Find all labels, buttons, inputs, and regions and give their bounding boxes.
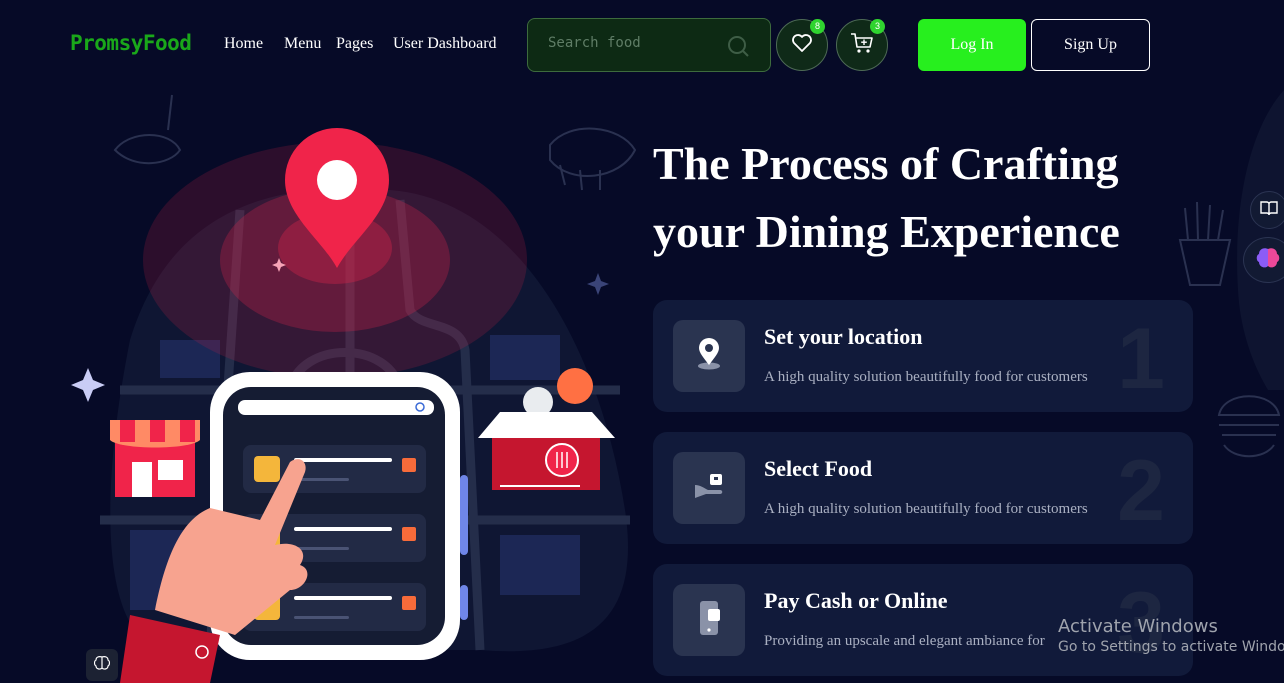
logo[interactable]: PromsyFood	[70, 31, 192, 55]
mobile-payment-icon	[696, 599, 722, 642]
step-title: Pay Cash or Online	[764, 588, 948, 613]
step-card-select-food[interactable]: Select Food A high quality solution beau…	[653, 432, 1193, 544]
nav-pages[interactable]: Pages	[336, 35, 373, 53]
hero-title-line1: The Process of Crafting	[653, 138, 1119, 189]
sparkle-icon	[587, 273, 609, 295]
shop-icon	[110, 420, 200, 497]
step-description: A high quality solution beautifully food…	[764, 369, 1088, 385]
brain-icon	[93, 655, 111, 675]
login-button[interactable]: Log In	[918, 19, 1026, 71]
book-icon	[1260, 200, 1278, 221]
wishlist-button[interactable]: 8	[776, 19, 828, 71]
burger-doodle-icon	[1217, 395, 1281, 458]
step-description: A high quality solution beautifully food…	[764, 501, 1088, 517]
step-card-location[interactable]: Set your location A high quality solutio…	[653, 300, 1193, 412]
nav-home[interactable]: Home	[224, 35, 263, 53]
step-number: 2	[1117, 443, 1165, 539]
wishlist-count-badge: 8	[810, 19, 825, 34]
cart-count-badge: 3	[870, 19, 885, 34]
fries-doodle-icon	[1178, 201, 1232, 286]
step-icon-box	[673, 320, 745, 392]
serving-hand-icon	[692, 471, 726, 506]
reader-mode-button[interactable]	[1250, 191, 1284, 229]
step-icon-box	[673, 584, 745, 656]
heart-icon	[790, 31, 814, 60]
step-number: 1	[1117, 311, 1165, 407]
step-title: Set your location	[764, 324, 923, 349]
signup-button[interactable]: Sign Up	[1031, 19, 1150, 71]
chat-bubble-button[interactable]	[86, 649, 118, 681]
search-icon[interactable]	[726, 34, 750, 63]
sparkle-icon	[71, 368, 105, 402]
search-input[interactable]	[548, 35, 718, 51]
search-bar	[527, 18, 771, 72]
activate-windows-watermark: Activate Windows Go to Settings to activ…	[1058, 616, 1284, 655]
hero-title: The Process of Crafting your Dining Expe…	[653, 130, 1193, 266]
hero-illustration	[71, 94, 637, 683]
activate-windows-subtitle: Go to Settings to activate Windows.	[1058, 639, 1284, 655]
activate-windows-title: Activate Windows	[1058, 616, 1218, 637]
nav-user-dashboard[interactable]: User Dashboard	[393, 35, 497, 53]
hero-title-line2: your Dining Experience	[653, 206, 1120, 257]
nav-menu[interactable]: Menu	[284, 35, 321, 53]
step-icon-box	[673, 452, 745, 524]
step-title: Select Food	[764, 456, 873, 481]
location-pin-icon	[694, 337, 724, 376]
ai-assistant-button[interactable]	[1243, 237, 1284, 283]
cart-icon	[849, 31, 875, 60]
brain-icon	[1255, 247, 1281, 274]
step-description: Providing an upscale and elegant ambianc…	[764, 633, 1045, 649]
cart-button[interactable]: 3	[836, 19, 888, 71]
